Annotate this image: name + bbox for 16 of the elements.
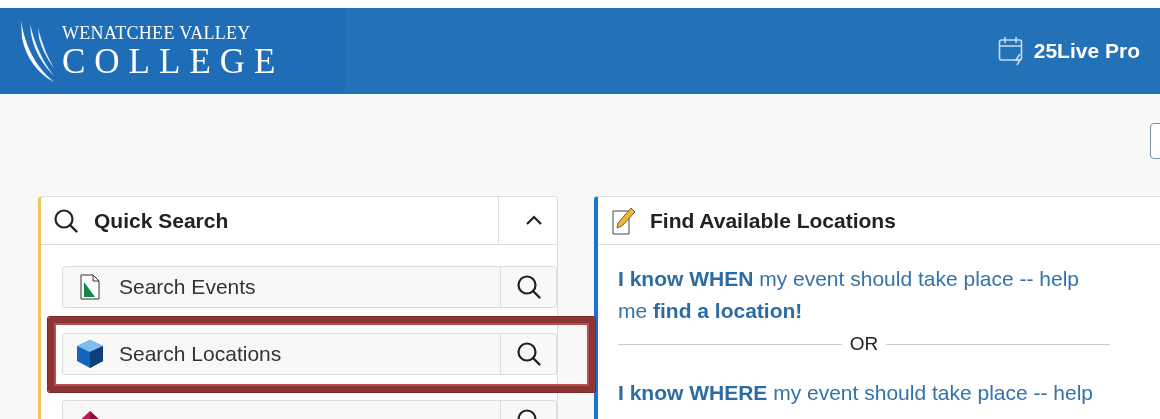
product-name[interactable]: 25Live Pro: [1033, 39, 1140, 63]
card-title: Find Available Locations: [650, 208, 896, 233]
search-icon: [515, 274, 542, 300]
pencil-document-icon: [612, 206, 636, 235]
card-title: Quick Search: [94, 208, 230, 233]
cube-icon: [76, 339, 104, 369]
search-icon: [53, 207, 79, 234]
option-link[interactable]: I know WHEN my event should take place -- help me find a location!: [618, 263, 1110, 327]
logo-text: COLLEGE: [62, 43, 285, 79]
option-link[interactable]: I know WHERE my event should take place -- help: [618, 377, 1110, 409]
document-icon: [80, 274, 100, 300]
search-icon: [515, 341, 542, 367]
separator-label: OR: [849, 333, 879, 355]
quick-search-item[interactable]: Search Events: [63, 267, 500, 307]
logo-text: WENATCHEE VALLEY: [62, 23, 252, 42]
quick-search-item[interactable]: Search Locations: [63, 334, 500, 374]
